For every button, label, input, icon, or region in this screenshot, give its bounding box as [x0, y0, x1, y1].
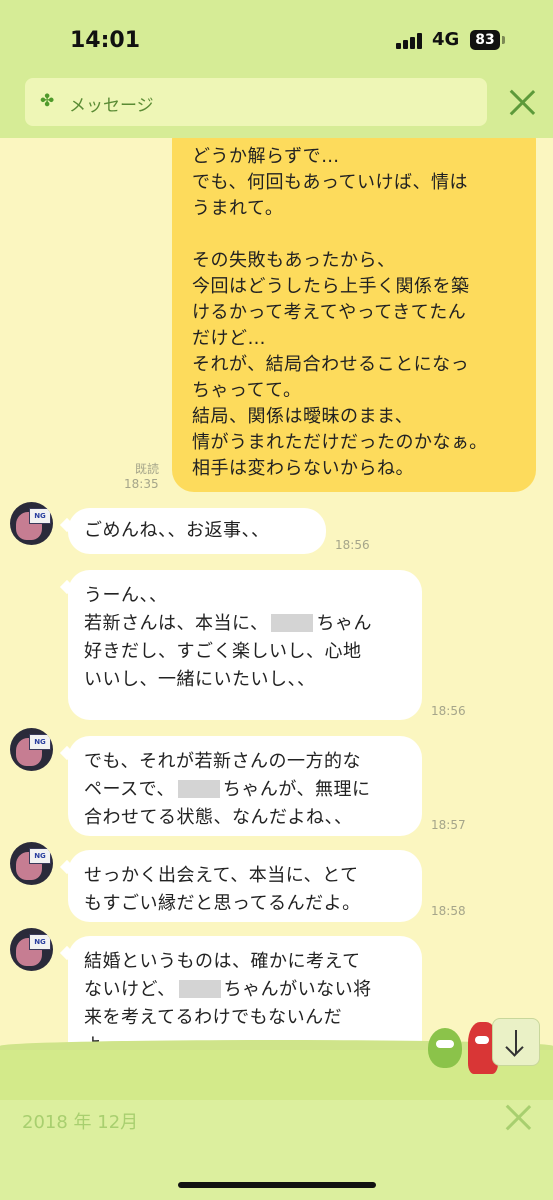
chat-header: ✤ メッセージ: [0, 78, 553, 138]
outgoing-message[interactable]: どうか解らずで… でも、何回もあっていけば、情は うまれて。 その失敗もあったか…: [172, 138, 536, 492]
close-icon[interactable]: [504, 1103, 532, 1131]
chat-area[interactable]: どうか解らずで… でも、何回もあっていけば、情は うまれて。 その失敗もあったか…: [0, 138, 553, 1100]
avatar[interactable]: NG: [10, 728, 53, 771]
incoming-message[interactable]: せっかく出会えて、本当に、とて もすごい縁だと思ってるんだよ。: [68, 850, 422, 922]
search-label: メッセージ: [69, 96, 154, 116]
avatar-badge: NG: [29, 734, 51, 750]
status-bar: 14:01 4G 83: [0, 0, 553, 78]
message-line: いいし、一緒にいたいし、、: [84, 669, 316, 690]
signal-icon: [396, 33, 426, 49]
scroll-to-bottom-button[interactable]: [492, 1018, 540, 1066]
avatar[interactable]: NG: [10, 928, 53, 971]
battery-tip: [502, 36, 505, 44]
message-line: その失敗もあったから、: [192, 250, 396, 271]
message-line: けるかって考えてやってきてたん: [192, 302, 467, 323]
network-label: 4G: [432, 29, 460, 50]
message-line: 結局、関係は曖昧のまま、: [192, 406, 414, 427]
message-line: せっかく出会えて、本当に、とて: [84, 865, 359, 886]
blurred-name: [271, 614, 314, 632]
message-line: 今回はどうしたら上手く関係を築: [192, 276, 470, 297]
message-time: 18:35: [124, 477, 159, 491]
read-receipt: 既読: [135, 462, 160, 476]
message-line: 来を考えてるわけでもないんだ: [84, 1007, 343, 1028]
blurred-name: [178, 980, 221, 998]
message-line: 若新さんは、本当に、: [84, 613, 269, 634]
message-line: 好きだし、すごく楽しいし、心地: [84, 641, 362, 662]
message-line: それが、結局合わせることになっ: [192, 354, 470, 375]
date-bar: 2018 年 12月: [0, 1100, 553, 1200]
avatar[interactable]: NG: [10, 502, 53, 545]
message-line: 情がうまれただけだったのかなぁ。: [192, 432, 488, 453]
incoming-message[interactable]: うーん、、 若新さんは、本当に、 ちゃん 好きだし、すごく楽しいし、心地 いいし、…: [68, 570, 422, 720]
home-indicator[interactable]: [178, 1182, 376, 1188]
message-line: もすごい縁だと思ってるんだよ。: [84, 893, 361, 914]
avatar-badge: NG: [29, 934, 51, 950]
message-line: 相手は変わらないからね。: [192, 458, 414, 479]
message-line: ないけど、: [84, 979, 176, 1000]
avatar-badge: NG: [29, 508, 51, 524]
blurred-name: [177, 780, 220, 798]
message-line: ちゃん: [316, 613, 372, 634]
green-mascot-icon: [428, 1028, 462, 1068]
message-line: どうか解らずで…: [192, 146, 340, 167]
avatar-badge: NG: [29, 848, 51, 864]
status-time: 14:01: [70, 28, 141, 53]
message-search-box[interactable]: ✤ メッセージ: [25, 78, 487, 126]
message-line: 合わせてる状態、なんだよね、、: [84, 807, 353, 828]
message-line: ごめんね、、お返事、、: [84, 520, 270, 541]
message-line: ちゃんがいない将: [223, 979, 372, 1000]
message-line: ちゃってて。: [192, 380, 302, 401]
battery-icon: 83: [470, 30, 500, 50]
incoming-message[interactable]: でも、それが若新さんの一方的な ペースで、 ちゃんが、無理に 合わせてる状態、なん…: [68, 736, 422, 836]
message-line: でも、それが若新さんの一方的な: [84, 751, 361, 772]
message-line: だけど…: [192, 328, 266, 349]
message-time: 18:58: [431, 904, 466, 918]
message-line: うまれて。: [192, 198, 284, 219]
avatar[interactable]: NG: [10, 842, 53, 885]
message-line: [192, 222, 516, 248]
incoming-message[interactable]: ごめんね、、お返事、、: [68, 508, 326, 554]
message-line: でも、何回もあっていけば、情は: [192, 172, 469, 193]
clover-icon: ✤: [40, 91, 55, 111]
message-line: うーん、、: [84, 585, 168, 606]
message-time: 18:56: [431, 704, 466, 718]
message-time: 18:57: [431, 818, 466, 832]
close-icon[interactable]: [508, 88, 536, 116]
message-line: 結婚というものは、確かに考えて: [84, 951, 361, 972]
message-line: ちゃんが、無理に: [222, 779, 371, 800]
message-line: ペースで、: [84, 779, 175, 800]
date-label[interactable]: 2018 年 12月: [22, 1108, 138, 1134]
message-time: 18:56: [335, 538, 370, 552]
